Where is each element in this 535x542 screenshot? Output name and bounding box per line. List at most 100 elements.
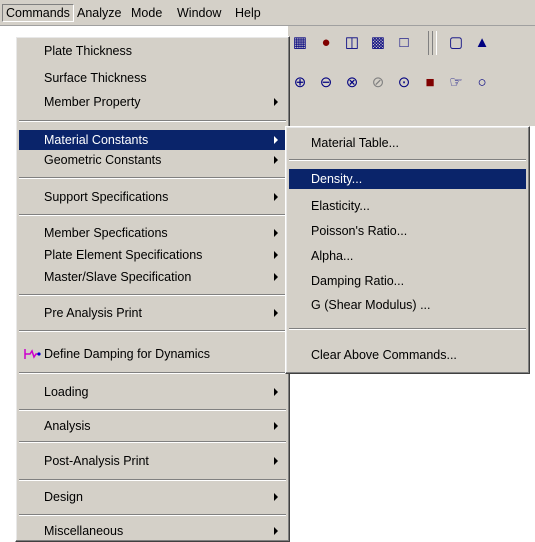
- menu-item-plate-element-specifications[interactable]: Plate Element Specifications: [19, 245, 286, 265]
- submenu-arrow-icon: [274, 527, 278, 535]
- pan-icon[interactable]: ☞: [446, 73, 466, 93]
- submenu-arrow-icon: [274, 193, 278, 201]
- submenu-arrow-icon: [274, 309, 278, 317]
- export-icon[interactable]: ◫: [342, 33, 362, 53]
- menu-item-master-slave-specification[interactable]: Master/Slave Specification: [19, 267, 286, 287]
- submenu-item-label: Clear Above Commands...: [311, 348, 457, 362]
- menu-item-label: Post-Analysis Print: [44, 454, 149, 468]
- submenu-arrow-icon: [274, 422, 278, 430]
- menu-item-define-damping[interactable]: Define Damping for Dynamics: [19, 344, 286, 364]
- toolbar: ▦ ● ◫ ▩ □ ▢ ▲ ⊕ ⊖ ⊗ ⊘ ⊙ ■ ☞ ○: [288, 26, 535, 126]
- menu-separator: [19, 214, 286, 216]
- menu-mode[interactable]: Mode: [129, 5, 164, 21]
- menu-item-label: Miscellaneous: [44, 524, 124, 538]
- submenu-item-label: Damping Ratio...: [311, 274, 405, 288]
- menu-item-label: Support Specifications: [44, 190, 169, 204]
- submenu-item-shear-modulus[interactable]: G (Shear Modulus) ...: [289, 295, 526, 315]
- menu-help[interactable]: Help: [233, 5, 263, 21]
- submenu-arrow-icon: [274, 457, 278, 465]
- submenu-arrow-icon: [274, 229, 278, 237]
- menu-item-label: Design: [44, 490, 83, 504]
- submenu-item-damping-ratio[interactable]: Damping Ratio...: [289, 271, 526, 291]
- menu-item-label: Surface Thickness: [44, 71, 147, 85]
- rotate-icon[interactable]: ○: [472, 73, 492, 93]
- menu-item-label: Pre Analysis Print: [44, 306, 142, 320]
- menu-item-material-constants[interactable]: Material Constants: [19, 130, 286, 150]
- submenu-item-alpha[interactable]: Alpha...: [289, 246, 526, 266]
- menu-separator: [19, 294, 286, 296]
- submenu-arrow-icon: [274, 388, 278, 396]
- menu-commands[interactable]: Commands: [2, 4, 74, 22]
- zoom-window-icon[interactable]: ⊗: [342, 73, 362, 93]
- menu-item-surface-thickness[interactable]: Surface Thickness: [19, 68, 286, 88]
- menu-separator: [19, 514, 286, 516]
- menu-item-label: Master/Slave Specification: [44, 270, 192, 284]
- menu-item-label: Geometric Constants: [44, 153, 162, 167]
- calculator-icon[interactable]: ▦: [290, 33, 310, 53]
- material-constants-submenu: Material Table... Density... Elasticity.…: [285, 126, 530, 374]
- menu-item-design[interactable]: Design: [19, 487, 286, 507]
- menu-bar: Commands Analyze Mode Window Help: [0, 0, 535, 26]
- toolbar-row-1: ▦ ● ◫ ▩ □ ▢ ▲: [288, 26, 535, 60]
- menu-item-label: Member Specfications: [44, 226, 168, 240]
- submenu-arrow-icon: [274, 251, 278, 259]
- menu-item-loading[interactable]: Loading: [19, 382, 286, 402]
- menu-analyze[interactable]: Analyze: [75, 5, 123, 21]
- menu-separator: [19, 479, 286, 481]
- submenu-item-label: G (Shear Modulus) ...: [311, 298, 431, 312]
- menu-item-geometric-constants[interactable]: Geometric Constants: [19, 150, 286, 170]
- submenu-item-clear-above-commands[interactable]: Clear Above Commands...: [289, 345, 526, 365]
- menu-separator: [19, 441, 286, 443]
- print-icon[interactable]: ▩: [368, 33, 388, 53]
- edit-icon[interactable]: ■: [420, 73, 440, 93]
- menu-item-label: Material Constants: [44, 133, 149, 147]
- menu-separator: [19, 120, 286, 122]
- menu-item-post-analysis-print[interactable]: Post-Analysis Print: [19, 451, 286, 471]
- menu-item-label: Member Property: [44, 95, 141, 109]
- submenu-item-elasticity[interactable]: Elasticity...: [289, 196, 526, 216]
- menu-separator: [19, 330, 286, 332]
- pen-icon[interactable]: ▲: [472, 33, 492, 53]
- submenu-arrow-icon: [274, 156, 278, 164]
- menu-item-miscellaneous[interactable]: Miscellaneous: [19, 521, 286, 541]
- camera-icon[interactable]: ●: [316, 33, 336, 53]
- menu-item-label: Define Damping for Dynamics: [44, 347, 211, 361]
- submenu-item-label: Material Table...: [311, 136, 400, 150]
- submenu-arrow-icon: [274, 493, 278, 501]
- submenu-item-poissons-ratio[interactable]: Poisson's Ratio...: [289, 221, 526, 241]
- damping-icon: [24, 349, 41, 359]
- menu-item-pre-analysis-print[interactable]: Pre Analysis Print: [19, 303, 286, 323]
- submenu-item-density[interactable]: Density...: [289, 169, 526, 189]
- zoom-dynamic-icon[interactable]: ⊘: [368, 73, 388, 93]
- menu-item-label: Plate Element Specifications: [44, 248, 203, 262]
- zoom-out-icon[interactable]: ⊖: [316, 73, 336, 93]
- commands-menu: Plate Thickness Surface Thickness Member…: [15, 36, 290, 542]
- submenu-item-label: Elasticity...: [311, 199, 370, 213]
- menu-item-label: Analysis: [44, 419, 91, 433]
- menu-separator: [19, 177, 286, 179]
- submenu-item-label: Density...: [311, 172, 363, 186]
- menu-separator: [289, 328, 526, 330]
- menu-item-plate-thickness[interactable]: Plate Thickness: [19, 41, 286, 61]
- submenu-item-label: Alpha...: [311, 249, 354, 263]
- menu-item-member-property[interactable]: Member Property: [19, 92, 286, 112]
- menu-separator: [19, 409, 286, 411]
- menu-item-support-specifications[interactable]: Support Specifications: [19, 187, 286, 207]
- menu-item-member-specfications[interactable]: Member Specfications: [19, 223, 286, 243]
- toolbar-separator: [432, 31, 437, 55]
- submenu-arrow-icon: [274, 98, 278, 106]
- window-icon[interactable]: ▢: [446, 33, 466, 53]
- submenu-arrow-icon: [274, 136, 278, 144]
- menu-item-analysis[interactable]: Analysis: [19, 416, 286, 436]
- zoom-extent-icon[interactable]: ⊙: [394, 73, 414, 93]
- menu-separator: [19, 372, 286, 374]
- submenu-item-material-table[interactable]: Material Table...: [289, 133, 526, 153]
- toolbar-row-2: ⊕ ⊖ ⊗ ⊘ ⊙ ■ ☞ ○: [288, 66, 535, 100]
- menu-separator: [289, 159, 526, 161]
- submenu-arrow-icon: [274, 273, 278, 281]
- menu-window[interactable]: Window: [175, 5, 223, 21]
- submenu-item-label: Poisson's Ratio...: [311, 224, 408, 238]
- menu-item-label: Loading: [44, 385, 89, 399]
- print-preview-icon[interactable]: □: [394, 33, 414, 53]
- zoom-in-icon[interactable]: ⊕: [290, 73, 310, 93]
